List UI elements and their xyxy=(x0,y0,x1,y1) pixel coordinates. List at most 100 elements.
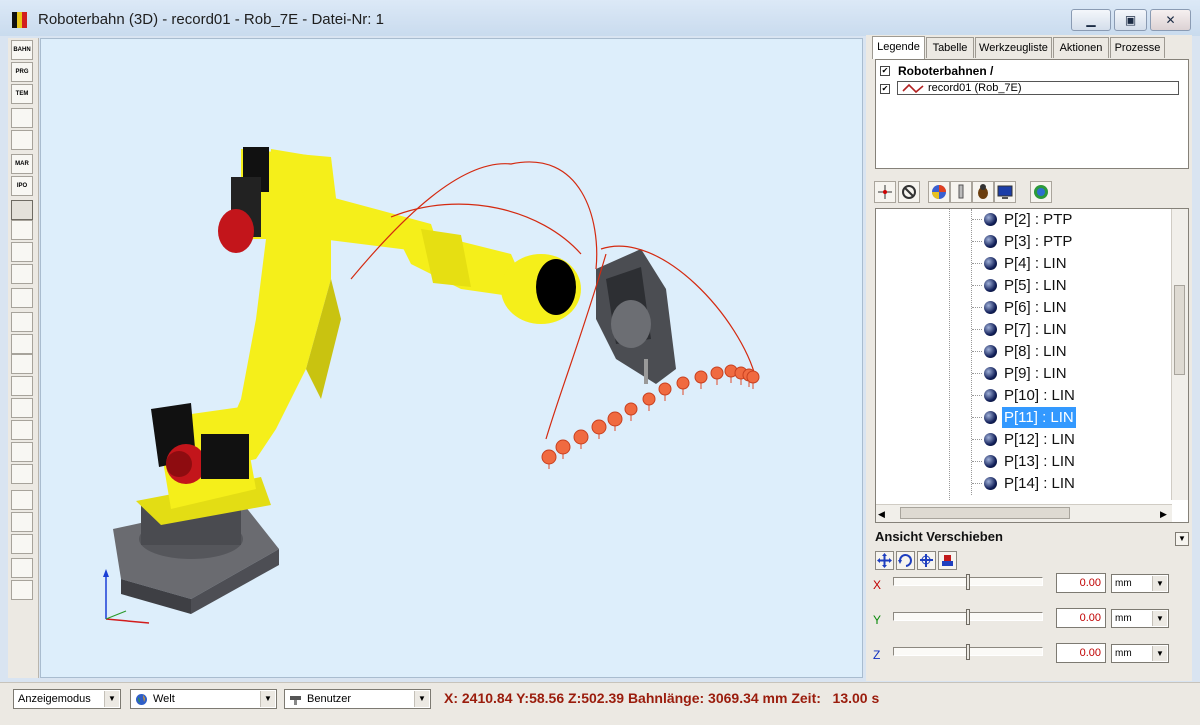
tree-vertical-scrollbar[interactable] xyxy=(1171,209,1188,500)
color-sphere-icon xyxy=(932,185,946,199)
view-side-tool[interactable] xyxy=(11,376,33,396)
bahn-tool[interactable]: BAHN xyxy=(11,40,33,60)
close-button[interactable]: ✕ xyxy=(1150,9,1191,31)
tab-werkzeugliste[interactable]: Werkzeugliste xyxy=(975,37,1052,58)
tree-point-item[interactable]: P[14] : LIN xyxy=(972,473,1170,495)
paint-tool[interactable] xyxy=(11,512,33,532)
pen-button[interactable] xyxy=(950,181,972,203)
horizontal-scroll-thumb[interactable] xyxy=(900,507,1070,519)
tree-connector xyxy=(972,395,982,396)
scene-canvas[interactable] xyxy=(41,39,863,678)
axis-value-input-z[interactable]: 0.00 xyxy=(1056,643,1106,663)
unit-select-value: mm xyxy=(1115,578,1132,589)
slider-thumb[interactable] xyxy=(966,644,970,660)
robot-tool[interactable] xyxy=(11,534,33,554)
point-tree[interactable]: P[2] : PTP P[3] : PTP P[4] : LIN P[5] : LIN… xyxy=(875,208,1189,523)
view-top-tool[interactable] xyxy=(11,398,33,418)
point-sphere-icon xyxy=(984,477,997,490)
axis-value-input-x[interactable]: 0.00 xyxy=(1056,573,1106,593)
tab-aktionen[interactable]: Aktionen xyxy=(1053,37,1109,58)
scroll-right-icon[interactable]: ▶ xyxy=(1160,509,1167,520)
tab-legende[interactable]: Legende xyxy=(872,36,925,59)
tree-point-item[interactable]: P[13] : LIN xyxy=(972,451,1170,473)
zoom-out-tool[interactable] xyxy=(11,312,33,332)
select-rect-tool[interactable] xyxy=(11,580,33,600)
tree-point-item[interactable]: P[6] : LIN xyxy=(972,297,1170,319)
network-button[interactable] xyxy=(1030,181,1052,203)
unit-select-y[interactable]: mm ▼ xyxy=(1111,609,1169,628)
tree-point-item[interactable]: P[11] : LIN xyxy=(972,406,1170,429)
frame-select[interactable]: Welt ▼ xyxy=(130,689,277,709)
mar-tool[interactable]: MAR xyxy=(11,154,33,174)
maximize-button[interactable]: ▣ xyxy=(1114,9,1147,31)
axis-value-input-y[interactable]: 0.00 xyxy=(1056,608,1106,628)
tree-point-item[interactable]: P[10] : LIN xyxy=(972,385,1170,407)
pan-button[interactable] xyxy=(875,551,894,570)
tree-point-label: P[4] : LIN xyxy=(1004,255,1067,272)
tree-point-item[interactable]: P[5] : LIN xyxy=(972,275,1170,297)
minimize-button[interactable]: ▁ xyxy=(1071,9,1111,31)
window-title: Roboterbahn (3D) - record01 - Rob_7E - D… xyxy=(38,11,384,28)
tem-tool[interactable]: TEM xyxy=(11,84,33,104)
tree-point-item[interactable]: P[4] : LIN xyxy=(972,253,1170,275)
point-sphere-icon xyxy=(984,213,997,226)
axes-tool[interactable] xyxy=(11,130,33,150)
vertical-scroll-thumb[interactable] xyxy=(1174,285,1185,375)
point-sphere-icon xyxy=(984,367,997,380)
unit-select-value: mm xyxy=(1115,613,1132,624)
slider-thumb[interactable] xyxy=(966,609,970,625)
view-left-tool[interactable] xyxy=(11,420,33,440)
no-entry-button[interactable] xyxy=(898,181,920,203)
color-sphere-button[interactable] xyxy=(928,181,950,203)
axis-slider-y[interactable] xyxy=(893,609,1043,629)
legend-record-item[interactable]: record01 (Rob_7E) xyxy=(897,81,1179,95)
ipo-tool[interactable]: IPO xyxy=(11,176,33,196)
tree-point-item[interactable]: P[7] : LIN xyxy=(972,319,1170,341)
rotate-button[interactable] xyxy=(896,551,915,570)
scroll-left-icon[interactable]: ◀ xyxy=(878,509,885,520)
screen-button[interactable] xyxy=(994,181,1016,203)
tree-point-item[interactable]: P[9] : LIN xyxy=(972,363,1170,385)
tab-prozesse[interactable]: Prozesse xyxy=(1110,37,1165,58)
robot-view-button[interactable] xyxy=(938,551,957,570)
tree-point-item[interactable]: P[12] : LIN xyxy=(972,429,1170,451)
slider-thumb[interactable] xyxy=(966,574,970,590)
bug-button[interactable] xyxy=(972,181,994,203)
view-panel-dropdown[interactable]: ▼ xyxy=(1175,532,1189,546)
rotate-axes-button[interactable] xyxy=(917,551,936,570)
tab-tabelle[interactable]: Tabelle xyxy=(926,37,974,58)
record-checkbox[interactable]: ✔ xyxy=(880,84,890,94)
status-bar: Anzeigemodus ▼ Welt ▼ Benutzer ▼ X: 2410… xyxy=(0,682,1200,725)
view-iso-tool[interactable] xyxy=(11,464,33,484)
mode-select[interactable]: Anzeigemodus ▼ xyxy=(13,689,121,709)
tree-horizontal-scrollbar[interactable]: ◀ ▶ xyxy=(876,504,1172,522)
view-right-tool[interactable] xyxy=(11,442,33,462)
point-sphere-icon xyxy=(984,235,997,248)
robot-settings-tool[interactable] xyxy=(11,242,33,262)
axis-slider-x[interactable] xyxy=(893,574,1043,594)
zoom-fit-tool[interactable] xyxy=(11,334,33,354)
unit-select-x[interactable]: mm ▼ xyxy=(1111,574,1169,593)
tree-point-item[interactable]: P[8] : LIN xyxy=(972,341,1170,363)
tree-point-item[interactable]: P[2] : PTP xyxy=(972,209,1170,231)
tree-point-item[interactable]: P[3] : PTP xyxy=(972,231,1170,253)
shade-tool[interactable] xyxy=(11,490,33,510)
point-sphere-icon xyxy=(984,301,997,314)
path-point-marker xyxy=(555,439,571,455)
path-wave-icon xyxy=(902,84,924,93)
monitor-tool[interactable] xyxy=(11,264,33,284)
tree-tool[interactable] xyxy=(11,558,33,578)
unit-select-z[interactable]: mm ▼ xyxy=(1111,644,1169,663)
path-point-marker xyxy=(642,392,656,406)
list-tool[interactable] xyxy=(11,200,33,220)
sphere-tool[interactable] xyxy=(11,108,33,128)
3d-viewport[interactable] xyxy=(40,38,863,678)
prg-tool[interactable]: PRG xyxy=(11,62,33,82)
root-checkbox[interactable]: ✔ xyxy=(880,66,890,76)
user-frame-select[interactable]: Benutzer ▼ xyxy=(284,689,431,709)
view-front-tool[interactable] xyxy=(11,354,33,374)
info-tool[interactable] xyxy=(11,220,33,240)
crosshair-button[interactable] xyxy=(874,181,896,203)
zoom-in-tool[interactable] xyxy=(11,288,33,308)
axis-slider-z[interactable] xyxy=(893,644,1043,664)
